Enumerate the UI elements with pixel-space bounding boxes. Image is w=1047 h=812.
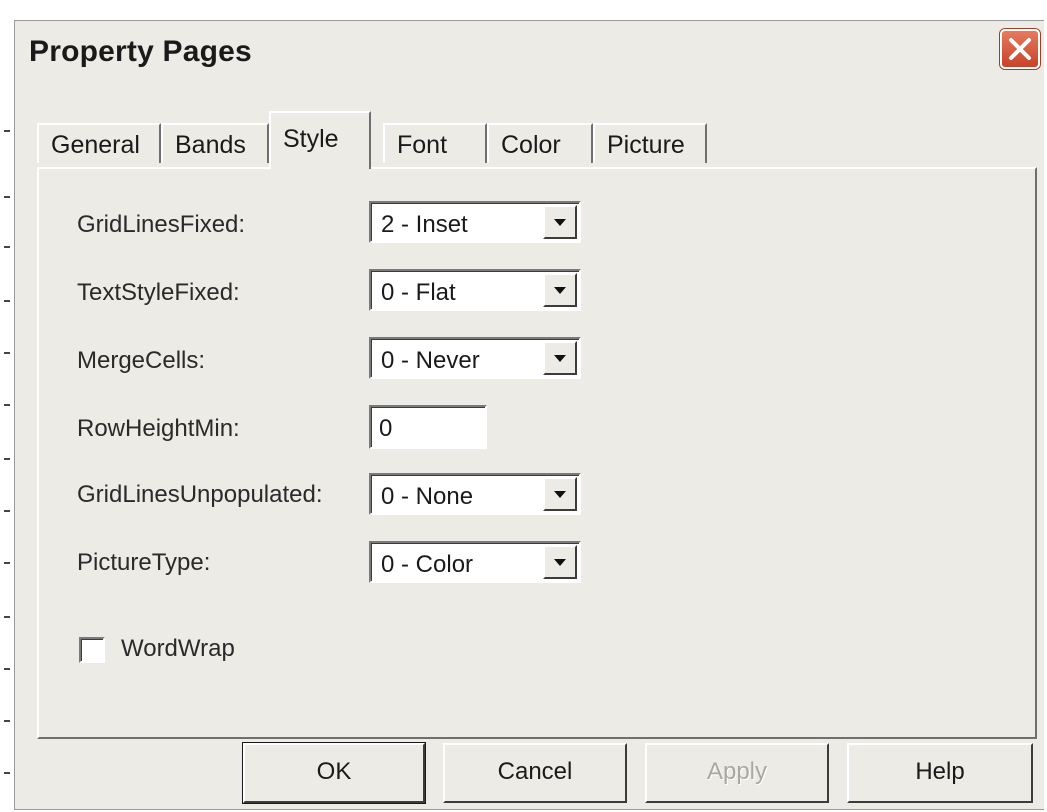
close-button[interactable] — [1000, 29, 1040, 69]
ruler-tick — [4, 196, 10, 198]
cancel-button[interactable]: Cancel — [443, 743, 627, 803]
grid-lines-fixed-label: GridLinesFixed: — [77, 211, 246, 238]
tab-label: Bands — [175, 131, 246, 159]
chevron-down-icon — [554, 559, 566, 566]
tab-label: Style — [283, 125, 339, 153]
ruler-tick — [4, 668, 10, 670]
tab-style[interactable]: Style — [269, 111, 371, 169]
ruler-tick — [4, 458, 10, 460]
dropdown-button[interactable] — [543, 205, 577, 239]
tab-label: Picture — [607, 131, 685, 159]
help-button-label: Help — [915, 758, 965, 785]
row-height-min-input[interactable]: 0 — [369, 405, 487, 449]
ruler-tick — [4, 772, 10, 774]
ruler-tick — [4, 352, 10, 354]
dropdown-button[interactable] — [543, 341, 577, 375]
word-wrap-label[interactable]: WordWrap — [121, 635, 235, 663]
merge-cells-select[interactable]: 0 - Never — [369, 337, 581, 379]
tab-picture[interactable]: Picture — [593, 123, 707, 163]
cancel-button-label: Cancel — [497, 758, 573, 785]
word-wrap-checkbox[interactable] — [79, 637, 105, 663]
row-height-min-label: RowHeightMin: — [77, 415, 240, 442]
apply-button[interactable]: Apply — [645, 743, 829, 803]
dropdown-button[interactable] — [543, 477, 577, 511]
picture-type-select[interactable]: 0 - Color — [369, 541, 581, 583]
merge-cells-label: MergeCells: — [77, 347, 206, 374]
grid-lines-fixed-select[interactable]: 2 - Inset — [369, 201, 581, 243]
tab-font[interactable]: Font — [383, 123, 487, 163]
close-icon — [1009, 38, 1031, 60]
title-bar[interactable]: Property Pages — [15, 21, 1044, 95]
tab-bands[interactable]: Bands — [161, 123, 269, 163]
tab-label: Color — [501, 131, 561, 159]
row-height-min-value: 0 — [379, 415, 393, 442]
ruler-tick — [4, 404, 10, 406]
chevron-down-icon — [554, 355, 566, 362]
tab-label: General — [51, 131, 140, 159]
tab-general[interactable]: General — [37, 123, 161, 163]
text-style-fixed-select[interactable]: 0 - Flat — [369, 269, 581, 311]
ruler-tick — [4, 616, 10, 618]
grid-lines-unpopulated-value: 0 - None — [381, 483, 474, 510]
text-style-fixed-value: 0 - Flat — [381, 279, 456, 306]
ruler-tick — [4, 130, 10, 132]
ok-button-label: OK — [316, 758, 352, 785]
apply-button-label: Apply — [706, 758, 768, 785]
grid-lines-fixed-value: 2 - Inset — [381, 211, 468, 238]
text-style-fixed-label: TextStyleFixed: — [77, 279, 240, 306]
style-tab-panel: GridLinesFixed: 2 - Inset TextStyleFixed… — [37, 167, 1037, 739]
picture-type-value: 0 - Color — [381, 551, 474, 578]
chevron-down-icon — [554, 491, 566, 498]
dropdown-button[interactable] — [543, 545, 577, 579]
property-pages-dialog: Property Pages General Bands Style Font … — [14, 20, 1044, 810]
merge-cells-value: 0 - Never — [381, 347, 480, 374]
grid-lines-unpopulated-label: GridLinesUnpopulated: — [77, 481, 323, 508]
ruler-tick — [4, 510, 10, 512]
ruler-tick — [4, 720, 10, 722]
ruler-tick — [4, 246, 10, 248]
tab-label: Font — [397, 131, 448, 159]
ok-button[interactable]: OK — [242, 742, 426, 804]
dropdown-button[interactable] — [543, 273, 577, 307]
chevron-down-icon — [554, 219, 566, 226]
background-ruler — [0, 0, 14, 812]
window-title: Property Pages — [29, 35, 252, 68]
chevron-down-icon — [554, 287, 566, 294]
help-button[interactable]: Help — [847, 743, 1033, 803]
ruler-tick — [4, 300, 10, 302]
tab-color[interactable]: Color — [487, 123, 593, 163]
grid-lines-unpopulated-select[interactable]: 0 - None — [369, 473, 581, 515]
ruler-tick — [4, 562, 10, 564]
picture-type-label: PictureType: — [77, 549, 211, 576]
